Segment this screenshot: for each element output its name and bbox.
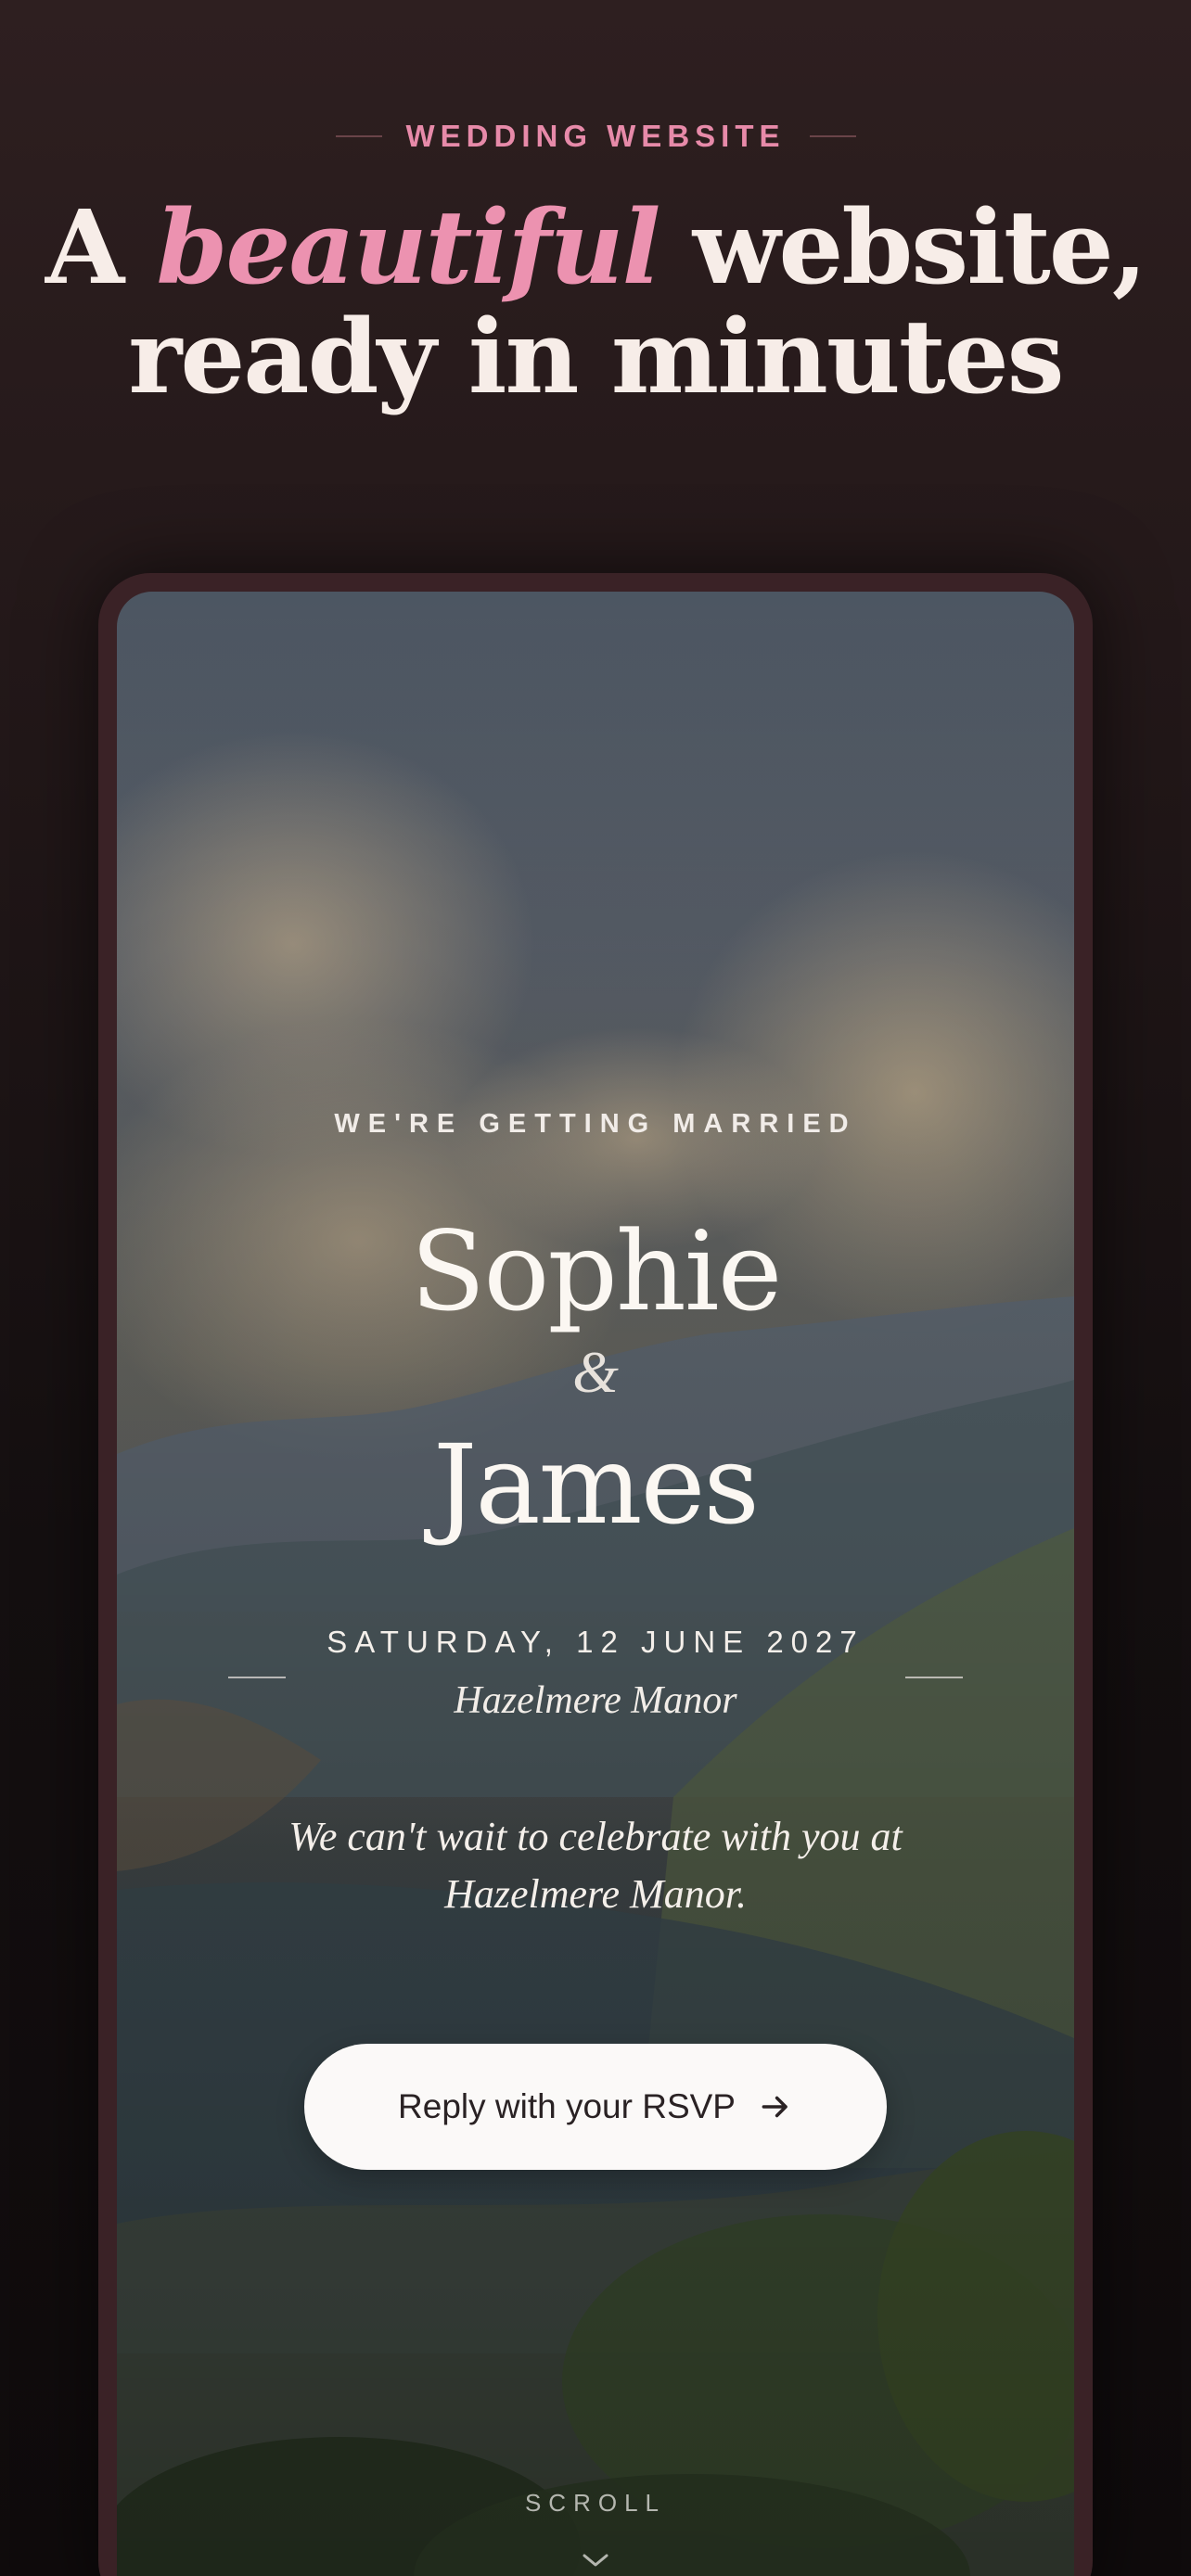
phone-screen: WE'RE GETTING MARRIED Sophie & James SAT… [117,592,1074,2576]
headline-prefix: A [45,187,124,307]
landscape-background [117,592,1074,2576]
phone-mockup: WE'RE GETTING MARRIED Sophie & James SAT… [98,573,1093,2576]
welcome-message-line2: Hazelmere Manor. [444,1871,747,1917]
venue-name: Hazelmere Manor [454,1679,737,1722]
eyebrow-rule-right [809,135,856,137]
page-headline: A beautiful website, ready in minutes [0,193,1191,412]
headline-accent: beautiful [156,187,661,307]
partner-two-name: James [433,1421,760,1549]
welcome-message: We can't wait to celebrate with you at H… [117,1808,1074,1923]
arrow-right-icon [762,2096,788,2118]
chevron-down-icon[interactable] [577,2550,614,2572]
rsvp-button[interactable]: Reply with your RSVP [304,2044,887,2170]
headline-line2: ready in minutes [128,297,1064,416]
rsvp-button-label: Reply with your RSVP [398,2087,736,2125]
welcome-message-line1: We can't wait to celebrate with you at [288,1814,903,1859]
headline-suffix: website, [692,187,1147,307]
tagline: WE'RE GETTING MARRIED [334,1109,857,1139]
eyebrow-label: WEDDING WEBSITE [405,119,786,153]
partner-one-name: Sophie [410,1207,783,1335]
eyebrow-rule-left [335,135,382,137]
ampersand: & [572,1339,619,1405]
scroll-indicator-label: SCROLL [524,2489,667,2517]
wedding-date: SATURDAY, 12 JUNE 2027 [327,1625,864,1659]
eyebrow: WEDDING WEBSITE [0,119,1191,154]
